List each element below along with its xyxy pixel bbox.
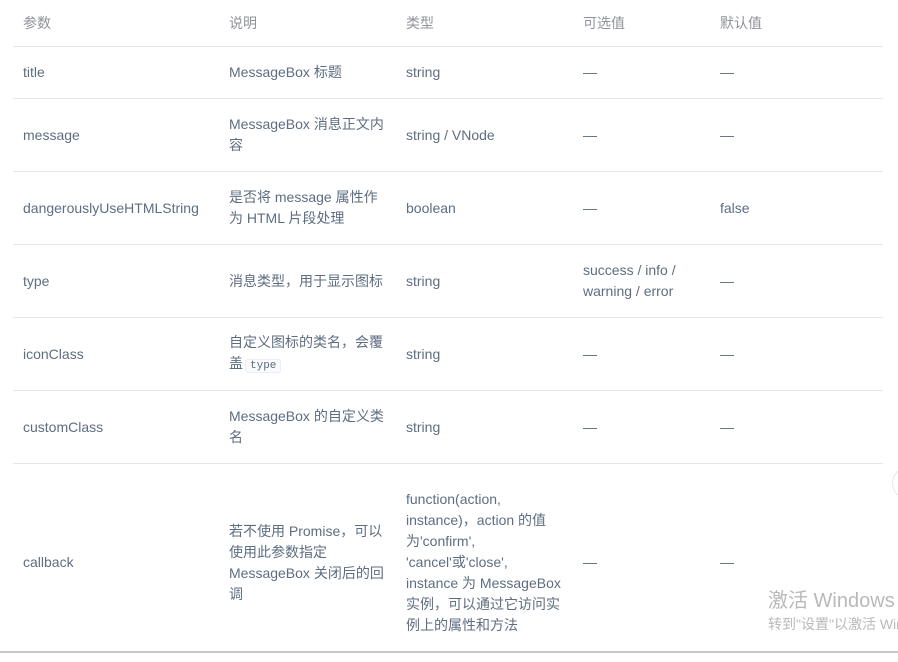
table-header-row: 参数 说明 类型 可选值 默认值 <box>13 0 883 47</box>
cell-default: — <box>710 46 883 99</box>
cell-options: success / info / warning / error <box>573 244 710 318</box>
cell-type: boolean <box>396 171 573 245</box>
header-default: 默认值 <box>710 0 883 47</box>
cell-desc: MessageBox 的自定义类名 <box>219 390 396 464</box>
table-row: title MessageBox 标题 string — — <box>13 46 883 99</box>
cell-options: — <box>573 46 710 99</box>
cell-desc: 消息类型，用于显示图标 <box>219 244 396 318</box>
table-row: message MessageBox 消息正文内容 string / VNode… <box>13 98 883 172</box>
header-desc: 说明 <box>219 0 396 47</box>
cell-type: function(action, instance)，action 的值为'co… <box>406 491 561 634</box>
cell-options: — <box>573 98 710 172</box>
cell-param: iconClass <box>13 317 219 391</box>
cell-options: — <box>573 390 710 464</box>
cell-type: string <box>396 244 573 318</box>
cell-default: — <box>710 244 883 318</box>
header-param: 参数 <box>13 0 219 47</box>
watermark-title: 激活 Windows <box>768 590 895 612</box>
cell-param: type <box>13 244 219 318</box>
cell-desc: 是否将 message 属性作为 HTML 片段处理 <box>219 171 396 245</box>
table-row: callback 若不使用 Promise，可以使用此参数指定 MessageB… <box>13 464 883 662</box>
cell-default: — <box>710 390 883 464</box>
table-row: dangerouslyUseHTMLString 是否将 message 属性作… <box>13 171 883 245</box>
watermark-subtitle: 转到"设置"以激活 Windows。 <box>768 616 898 632</box>
cell-type: string <box>396 317 573 391</box>
cell-param: dangerouslyUseHTMLString <box>13 171 219 245</box>
cell-type: string <box>396 46 573 99</box>
cell-default: — <box>710 317 883 391</box>
cell-desc: 自定义图标的类名，会覆盖 type <box>219 317 396 391</box>
cell-desc: 若不使用 Promise，可以使用此参数指定 MessageBox 关闭后的回调 <box>229 522 384 602</box>
header-options: 可选值 <box>573 0 710 47</box>
cell-desc: MessageBox 标题 <box>219 46 396 99</box>
bottom-divider <box>0 651 898 653</box>
cell-param: message <box>13 98 219 172</box>
attributes-table: 参数 说明 类型 可选值 默认值 title MessageBox 标题 str… <box>13 0 883 662</box>
cell-param: callback <box>23 554 74 571</box>
cell-type: string <box>396 390 573 464</box>
cell-options: — <box>583 554 597 571</box>
cell-default: — <box>710 98 883 172</box>
table-row: customClass MessageBox 的自定义类名 string — — <box>13 390 883 464</box>
cell-options: — <box>573 171 710 245</box>
inline-code: type <box>245 358 282 373</box>
cell-desc: MessageBox 消息正文内容 <box>219 98 396 172</box>
windows-activation-watermark: 激活 Windows 转到"设置"以激活 Windows。 <box>768 588 898 634</box>
header-type: 类型 <box>396 0 573 47</box>
cell-options: — <box>573 317 710 391</box>
floating-side-button[interactable] <box>892 467 898 499</box>
cell-param: customClass <box>13 390 219 464</box>
table-row: type 消息类型，用于显示图标 string success / info /… <box>13 244 883 318</box>
cell-param: title <box>13 46 219 99</box>
cell-default: false <box>710 171 883 245</box>
table-row: iconClass 自定义图标的类名，会覆盖 type string — — <box>13 317 883 391</box>
cell-type: string / VNode <box>396 98 573 172</box>
